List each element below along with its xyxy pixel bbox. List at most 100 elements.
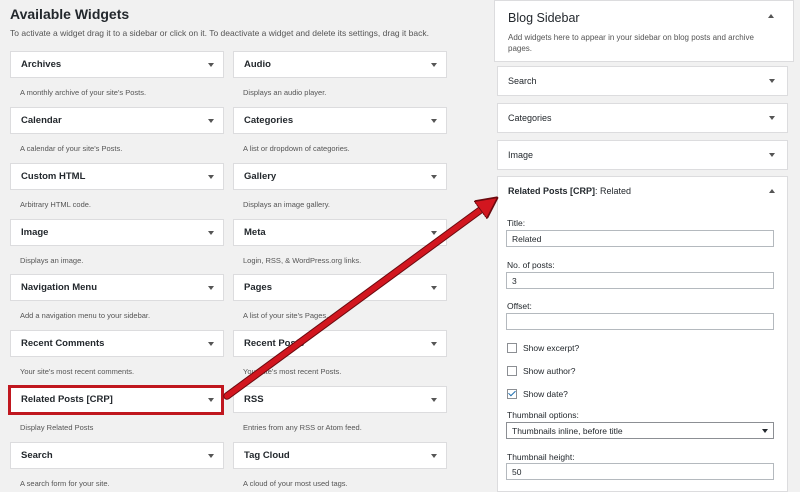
widget-calendar[interactable]: Calendar (10, 107, 224, 134)
available-widgets-description: To activate a widget drag it to a sideba… (10, 28, 429, 38)
widget-label: Recent Comments (21, 338, 105, 349)
widget-description: Login, RSS, & WordPress.org links. (243, 256, 362, 265)
sidebar-widget-label: Categories (508, 113, 552, 123)
caret-down-icon[interactable] (208, 285, 214, 290)
show-author-checkbox[interactable] (507, 366, 517, 376)
thumbnail-options-value: Thumbnails inline, before title (512, 425, 623, 436)
dropdown-arrow-icon[interactable] (762, 428, 768, 433)
caret-down-icon[interactable] (431, 397, 437, 402)
widget-image[interactable]: Image (10, 219, 224, 246)
widget-label: Recent Posts (244, 338, 305, 349)
highlight-box (8, 385, 224, 415)
widget-description: A cloud of your most used tags. (243, 479, 348, 488)
widget-label: Pages (244, 282, 272, 293)
widget-description: Displays an image. (20, 256, 84, 265)
widget-label: Gallery (244, 171, 277, 182)
blog-sidebar-title: Blog Sidebar (508, 11, 580, 25)
widget-description: A list of your site's Pages. (243, 311, 329, 320)
caret-down-icon[interactable] (208, 230, 214, 235)
caret-down-icon[interactable] (431, 174, 437, 179)
widget-description: Displays an audio player. (243, 88, 327, 97)
caret-down-icon[interactable] (208, 174, 214, 179)
posts-count-input[interactable]: 3 (506, 272, 774, 289)
caret-down-icon[interactable] (431, 453, 437, 458)
widget-pages[interactable]: Pages (233, 274, 447, 301)
widget-search[interactable]: Search (10, 442, 224, 469)
caret-down-icon[interactable] (431, 230, 437, 235)
caret-down-icon[interactable] (769, 116, 775, 120)
widget-label: Search (21, 450, 53, 461)
available-widgets-title: Available Widgets (10, 6, 130, 22)
widget-description: A list or dropdown of categories. (243, 144, 350, 153)
widget-description: Displays an image gallery. (243, 200, 330, 209)
show-author-label: Show author? (523, 366, 576, 376)
widget-description: A calendar of your site's Posts. (20, 144, 123, 153)
caret-down-icon[interactable] (431, 285, 437, 290)
thumbnail-options-label: Thumbnail options: (507, 410, 579, 420)
blog-sidebar-description: Add widgets here to appear in your sideb… (508, 33, 754, 53)
checkmark-icon (508, 388, 516, 397)
widget-description: Your site's most recent comments. (20, 367, 135, 376)
sidebar-widget-search[interactable]: Search (497, 66, 788, 96)
widget-label: Calendar (21, 115, 62, 126)
widget-description: A search form for your site. (20, 479, 110, 488)
widget-label: Archives (21, 59, 62, 70)
caret-up-icon[interactable] (768, 14, 774, 18)
caret-down-icon[interactable] (208, 62, 214, 67)
widget-description: Arbitrary HTML code. (20, 200, 91, 209)
widget-description: Entries from any RSS or Atom feed. (243, 423, 362, 432)
caret-down-icon[interactable] (208, 118, 214, 123)
widget-custom-html[interactable]: Custom HTML (10, 163, 224, 190)
widget-label: Custom HTML (21, 171, 86, 182)
widget-audio[interactable]: Audio (233, 51, 447, 78)
sidebar-widget-label: Search (508, 76, 537, 86)
sidebar-widget-image[interactable]: Image (497, 140, 788, 170)
title-label: Title: (507, 218, 526, 228)
caret-down-icon[interactable] (431, 62, 437, 67)
offset-label: Offset: (507, 301, 532, 311)
widget-rss[interactable]: RSS (233, 386, 447, 413)
caret-down-icon[interactable] (769, 79, 775, 83)
widget-description: Add a navigation menu to your sidebar. (20, 311, 151, 320)
caret-up-icon[interactable] (769, 189, 775, 193)
thumbnail-height-input[interactable]: 50 (506, 463, 774, 480)
caret-down-icon[interactable] (769, 153, 775, 157)
thumbnail-height-label: Thumbnail height: (507, 452, 575, 462)
widget-recent-comments[interactable]: Recent Comments (10, 330, 224, 357)
title-input[interactable]: Related (506, 230, 774, 247)
related-posts-name: Related Posts [CRP] (508, 186, 596, 196)
widget-label: Image (21, 227, 49, 238)
caret-down-icon[interactable] (431, 118, 437, 123)
caret-down-icon[interactable] (431, 341, 437, 346)
widget-label: Tag Cloud (244, 450, 290, 461)
widget-description: Display Related Posts (20, 423, 94, 432)
widget-gallery[interactable]: Gallery (233, 163, 447, 190)
caret-down-icon[interactable] (208, 341, 214, 346)
sidebar-widget-label: Related Posts [CRP]: Related (508, 186, 631, 196)
widget-recent-posts[interactable]: Recent Posts (233, 330, 447, 357)
thumbnail-options-select[interactable]: Thumbnails inline, before title (506, 422, 774, 439)
widget-description: A monthly archive of your site's Posts. (20, 88, 147, 97)
offset-input[interactable] (506, 313, 774, 330)
show-excerpt-label: Show excerpt? (523, 343, 580, 353)
widget-meta[interactable]: Meta (233, 219, 447, 246)
caret-down-icon[interactable] (208, 453, 214, 458)
widget-description: Your site's most recent Posts. (243, 367, 342, 376)
widget-label: Audio (244, 59, 271, 70)
sidebar-widget-related-posts[interactable]: Related Posts [CRP]: Related (497, 176, 788, 206)
widget-categories[interactable]: Categories (233, 107, 447, 134)
show-excerpt-checkbox[interactable] (507, 343, 517, 353)
sidebar-widget-categories[interactable]: Categories (497, 103, 788, 133)
widget-label: Meta (244, 227, 266, 238)
widget-label: Categories (244, 115, 294, 126)
show-date-checkbox[interactable] (507, 388, 517, 399)
sidebar-widget-label: Image (508, 150, 534, 160)
widget-label: Navigation Menu (21, 282, 98, 293)
show-date-label: Show date? (523, 389, 568, 399)
widget-label: RSS (244, 394, 264, 405)
widget-navigation-menu[interactable]: Navigation Menu (10, 274, 224, 301)
widget-tag-cloud[interactable]: Tag Cloud (233, 442, 447, 469)
widget-archives[interactable]: Archives (10, 51, 224, 78)
posts-count-label: No. of posts: (507, 260, 555, 270)
related-posts-suffix: : Related (595, 186, 632, 196)
